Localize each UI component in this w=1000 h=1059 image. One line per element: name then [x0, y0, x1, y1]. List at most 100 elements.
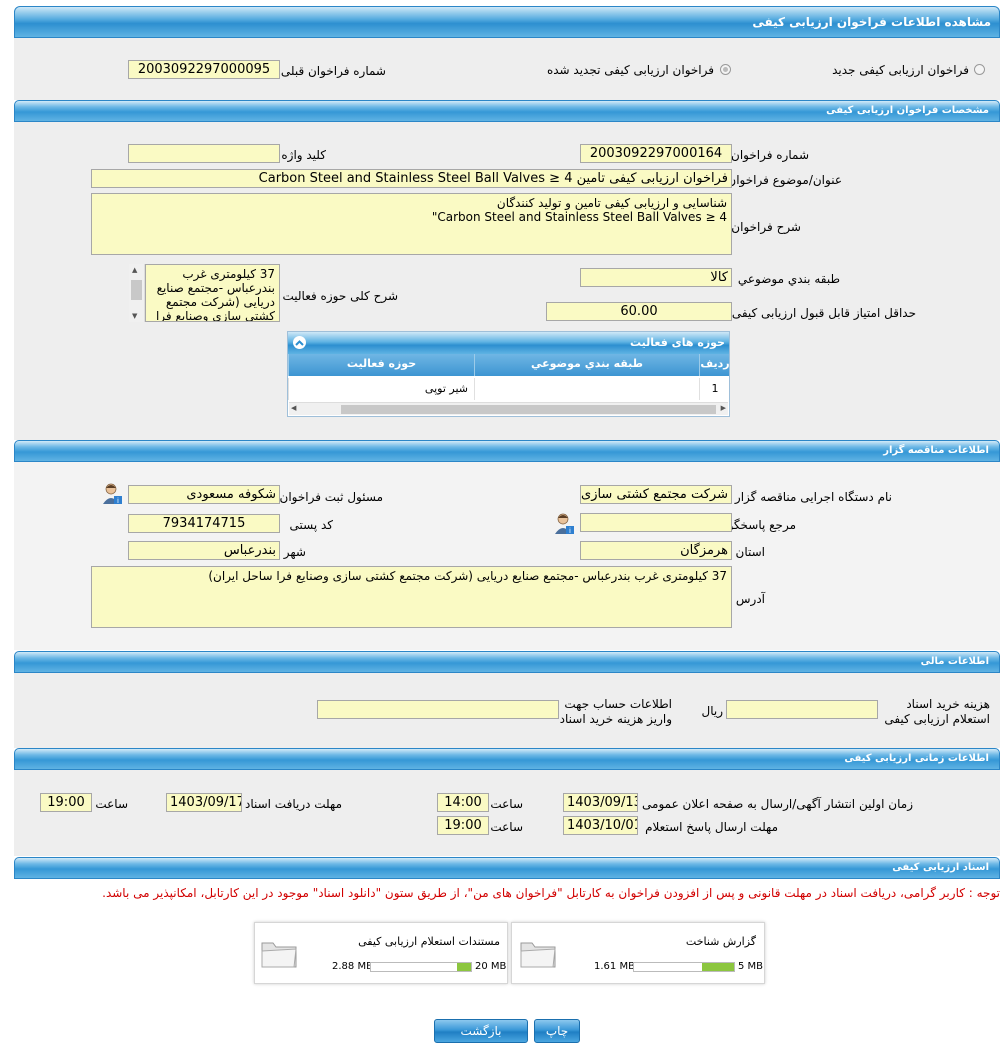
radio-renewed[interactable] — [720, 64, 731, 75]
page-header: مشاهده اطلاعات فراخوان ارزیابی کیفی — [14, 6, 1000, 38]
number-label: شماره فراخوان — [731, 148, 809, 162]
reply-label: مهلت ارسال پاسخ استعلام — [645, 820, 778, 834]
scroll-thumb[interactable] — [131, 280, 142, 300]
folder-icon — [259, 933, 299, 976]
min-score-label: حداقل امتیاز قابل قبول ارزیابی کیفی — [731, 306, 916, 320]
file-size-1: 2.88 MB — [332, 961, 373, 972]
keyword-field — [128, 144, 280, 163]
col-field-header: حوزه فعالیت — [288, 354, 474, 376]
publish-time-field: 14:00 — [437, 793, 489, 812]
col-category-header: طبقه بندي موضوعي — [474, 354, 699, 376]
fee-field — [726, 700, 878, 719]
org-field: شرکت مجتمع کشتی سازی — [580, 485, 732, 504]
account-field — [317, 700, 559, 719]
postal-field: 7934174715 — [128, 514, 280, 533]
currency-label: ریال — [701, 704, 723, 718]
file-bar-fill-0 — [702, 963, 734, 971]
radio-new[interactable] — [974, 64, 985, 75]
activity-grid-title-bar: حوزه های فعالیت — [288, 332, 729, 354]
prev-number-field: 2003092297000095 — [128, 60, 280, 79]
address-label: آدرس — [735, 592, 765, 606]
activity-scrollbar[interactable]: ▲ ▼ — [129, 264, 145, 322]
financial-title: اطلاعات مالی — [920, 656, 989, 667]
org-label: نام دستگاه اجرایی مناقصه گزار — [734, 490, 892, 504]
scroll-left-icon[interactable]: ◀ — [291, 404, 296, 412]
city-field: بندرعباس — [128, 541, 280, 560]
file-bar-0 — [633, 962, 735, 972]
specs-title: مشخصات فراخوان ارزیابی کیفی — [826, 105, 989, 116]
file-max-1: 20 MB — [475, 961, 507, 972]
back-button[interactable]: بازگشت — [434, 1019, 528, 1043]
file-card-1[interactable]: مستندات استعلام ارزیابی کیفی 2.88 MB 20 … — [254, 922, 508, 984]
organizer-title: اطلاعات مناقصه گزار — [883, 445, 989, 456]
reply-date-field: 1403/10/01 — [563, 816, 638, 835]
receive-date-field: 1403/09/17 — [166, 793, 242, 812]
registrar-label: مسئول ثبت فراخوان — [279, 490, 384, 504]
folder-icon — [518, 933, 558, 976]
ref-user-icon[interactable]: i — [553, 512, 575, 536]
desc-field: شناسایی و ارزیابی کیفی تامین و تولید کنن… — [91, 193, 732, 255]
file-name-0: گزارش شناخت — [685, 935, 756, 948]
cell-row: 1 — [699, 378, 730, 400]
number-field: 2003092297000164 — [580, 144, 732, 163]
ref-field — [580, 513, 732, 532]
grid-scroll-thumb[interactable] — [341, 405, 716, 414]
file-card-0[interactable]: گزارش شناخت 1.61 MB 5 MB — [511, 922, 765, 984]
fee-label: هزینه خرید اسناد استعلام ارزیابی کیفی — [884, 697, 990, 726]
file-size-0: 1.61 MB — [594, 961, 635, 972]
category-field: کالا — [580, 268, 732, 287]
receive-time-field: 19:00 — [40, 793, 92, 812]
account-label: اطلاعات حساب جهت واریز هزینه خرید اسناد — [559, 697, 672, 726]
file-name-1: مستندات استعلام ارزیابی کیفی — [358, 935, 500, 948]
subject-field: فراخوان ارزیابی کیفی تامین 4 ≤ Carbon St… — [91, 169, 732, 188]
reply-time-label: ساعت — [490, 820, 523, 834]
publish-date-field: 1403/09/13 — [563, 793, 638, 812]
organizer-header: اطلاعات مناقصه گزار — [14, 440, 1000, 462]
registrar-user-icon[interactable]: i — [101, 482, 123, 506]
scroll-down-icon[interactable]: ▼ — [132, 312, 137, 320]
activity-field: 37 کیلومتری غرب بندرعباس -مجتمع صنایع در… — [145, 264, 280, 322]
receive-time-label: ساعت — [95, 797, 128, 811]
address-field: 37 کیلومتری غرب بندرعباس -مجتمع صنایع در… — [91, 566, 732, 628]
radio-renewed-label: فراخوان ارزیابی کیفی تجدید شده — [546, 63, 714, 77]
documents-header: اسناد ارزیابی کیفی — [14, 857, 1000, 879]
timing-header: اطلاعات زمانی ارزیابی کیفی — [14, 748, 1000, 770]
file-max-0: 5 MB — [738, 961, 764, 972]
svg-text:i: i — [117, 497, 119, 505]
timing-title: اطلاعات زمانی ارزیابی کیفی — [844, 753, 989, 764]
timing-panel — [14, 770, 1000, 856]
desc-label: شرح فراخوان — [731, 220, 801, 234]
activity-grid: حوزه های فعالیت ردیف طبقه بندي موضوعي حو… — [287, 331, 730, 417]
publish-label: زمان اولین انتشار آگهی/ارسال به صفحه اعل… — [642, 797, 913, 811]
registrar-field: شکوفه مسعودی — [128, 485, 280, 504]
specs-header: مشخصات فراخوان ارزیابی کیفی — [14, 100, 1000, 122]
activity-grid-header: ردیف طبقه بندي موضوعي حوزه فعالیت — [288, 354, 730, 376]
province-label: استان — [735, 545, 765, 559]
postal-label: کد پستی — [289, 518, 334, 532]
print-button[interactable]: چاپ — [534, 1019, 580, 1043]
activity-label: شرح کلی حوزه فعالیت — [282, 289, 399, 303]
page-title: مشاهده اطلاعات فراخوان ارزیابی کیفی — [752, 15, 991, 29]
financial-header: اطلاعات مالی — [14, 651, 1000, 673]
file-bar-1 — [370, 962, 472, 972]
file-bar-fill-1 — [457, 963, 471, 971]
radio-new-label: فراخوان ارزیابی کیفی جدید — [832, 63, 969, 77]
receive-label: مهلت دریافت اسناد — [244, 797, 342, 811]
svg-text:i: i — [569, 527, 571, 535]
min-score-field: 60.00 — [546, 302, 732, 321]
grid-hscrollbar[interactable]: ◀ ▶ — [289, 402, 728, 415]
reply-time-field: 19:00 — [437, 816, 489, 835]
collapse-icon[interactable] — [293, 336, 306, 349]
publish-time-label: ساعت — [490, 797, 523, 811]
prev-number-label: شماره فراخوان قبلی — [280, 64, 386, 78]
activity-grid-title: حوزه های فعالیت — [630, 336, 725, 349]
cell-field: شیر توپی — [288, 378, 474, 400]
documents-note: توجه : کاربر گرامی، دریافت اسناد در مهلت… — [102, 886, 1000, 900]
scroll-up-icon[interactable]: ▲ — [132, 266, 137, 274]
cell-category — [474, 378, 699, 400]
province-field: هرمزگان — [580, 541, 732, 560]
scroll-right-icon[interactable]: ▶ — [721, 404, 726, 412]
category-label: طبقه بندي موضوعي — [737, 272, 840, 286]
subject-label: عنوان/موضوع فراخوان — [727, 173, 842, 187]
city-label: شهر — [283, 545, 306, 559]
